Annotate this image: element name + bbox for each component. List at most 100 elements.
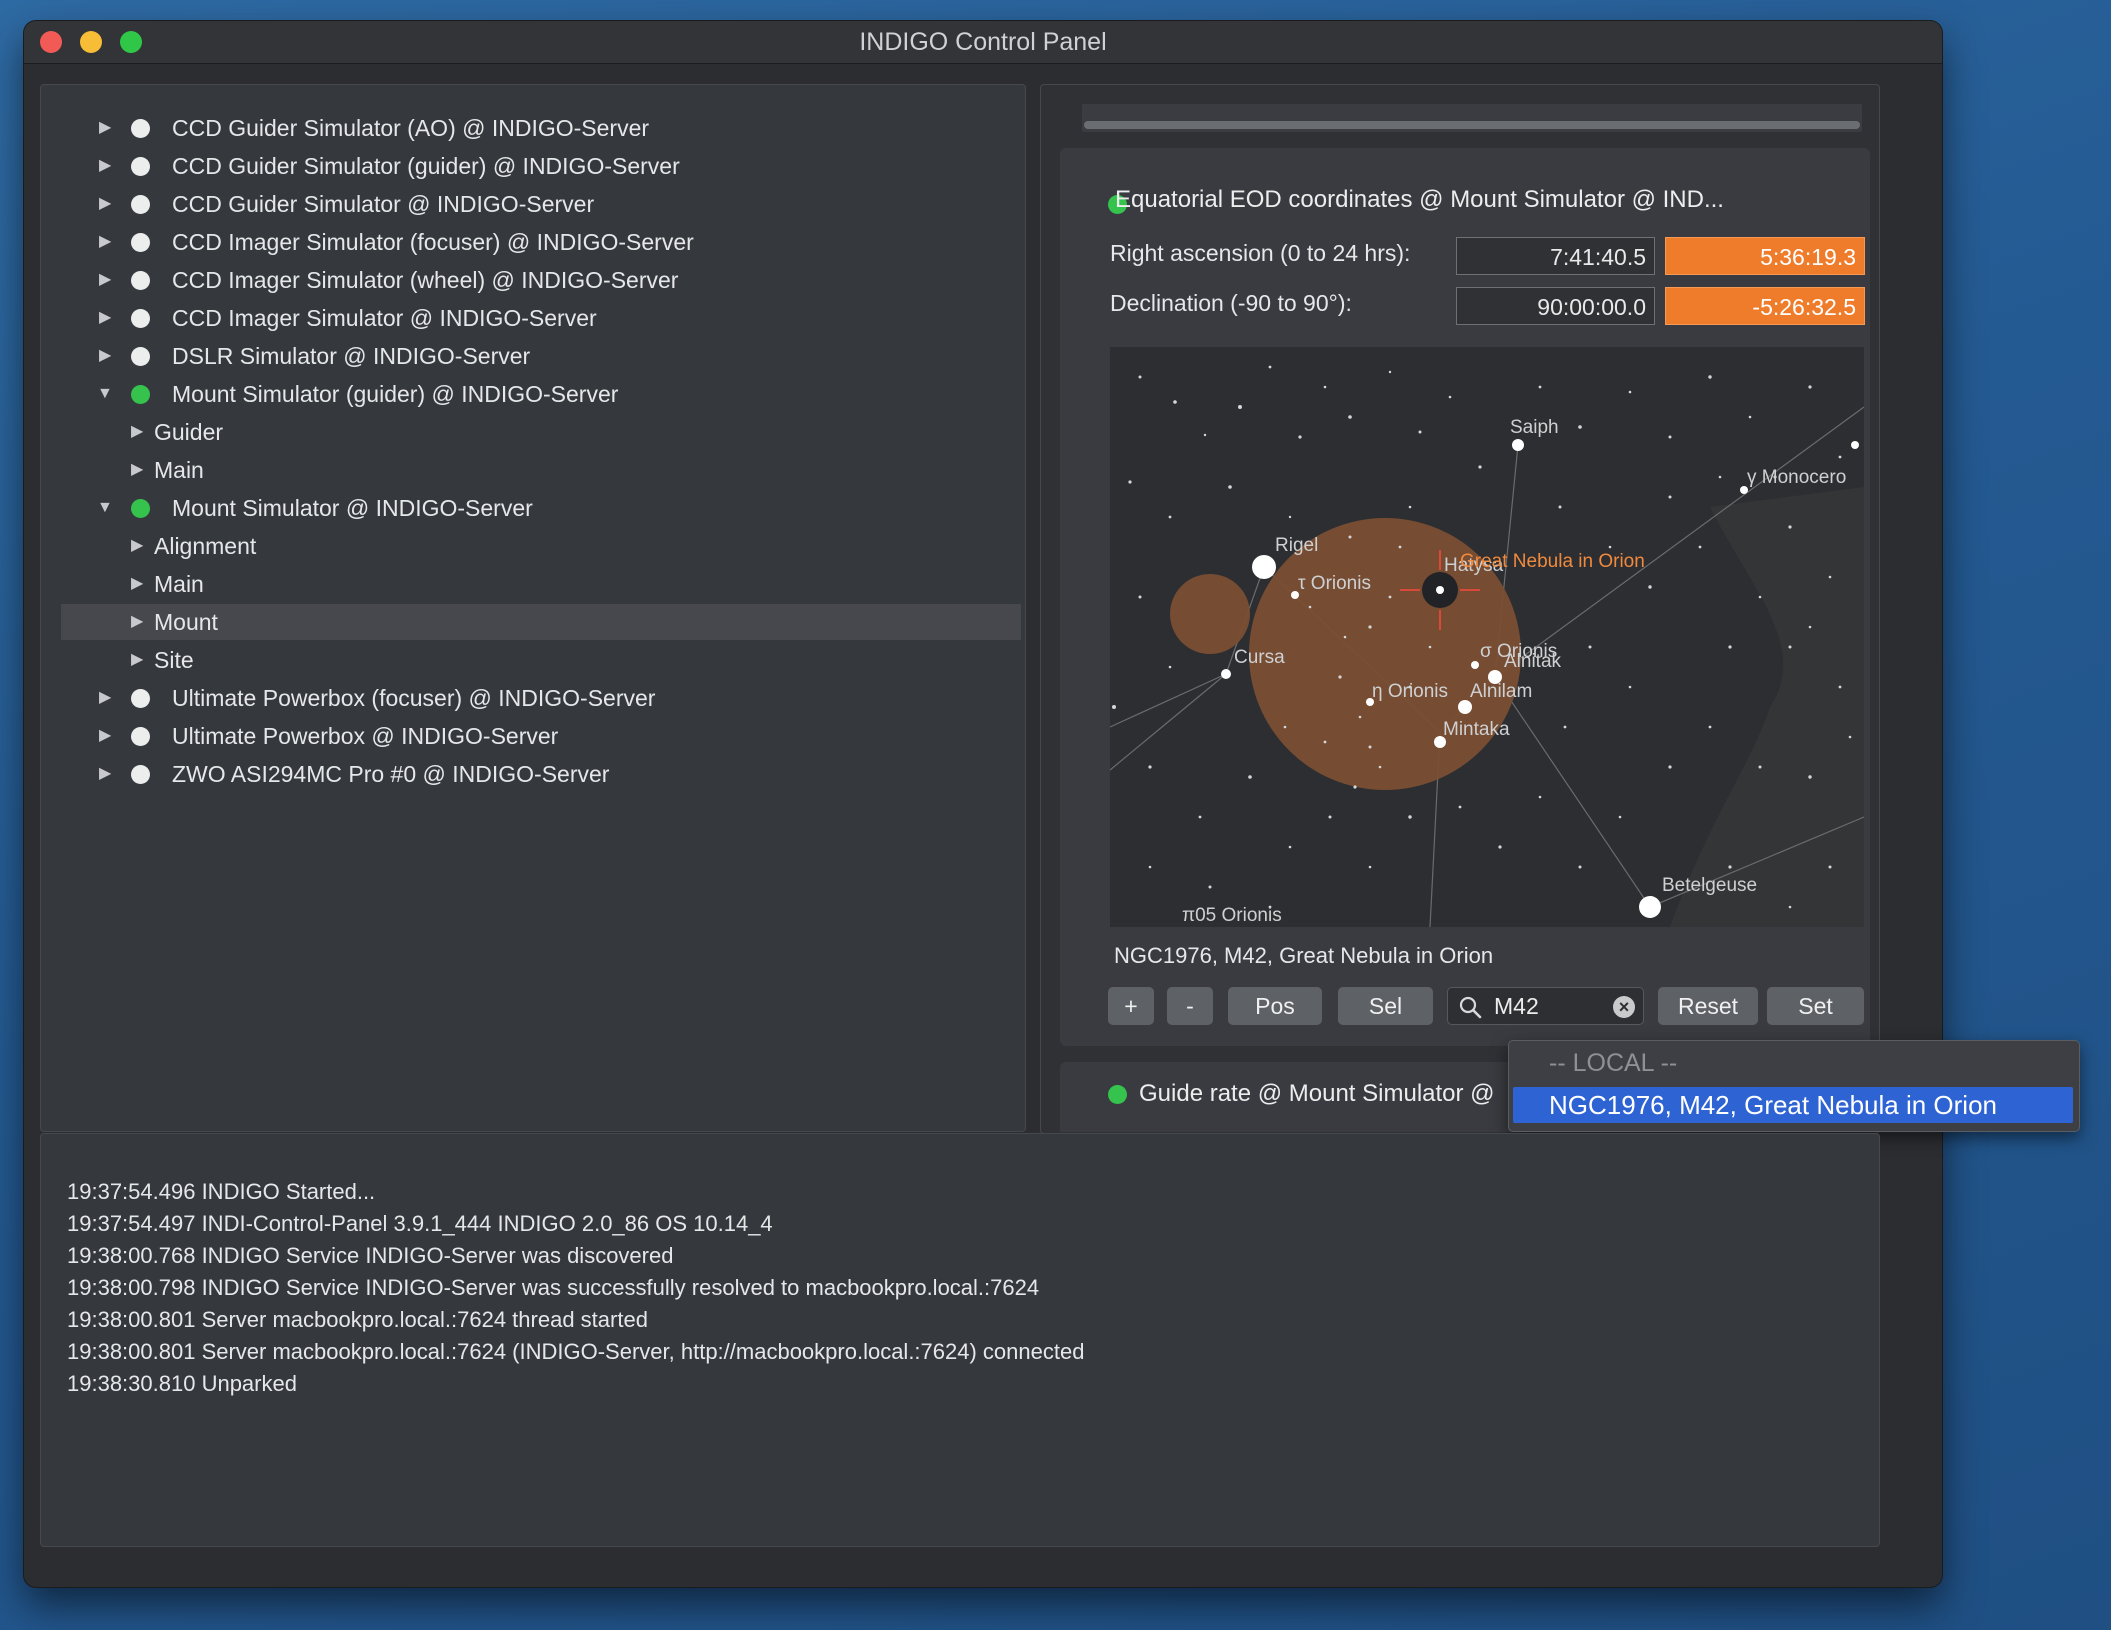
- tree-item-device[interactable]: ▶ CCD Imager Simulator (focuser) @ INDIG…: [41, 224, 1021, 260]
- horizontal-scrollbar[interactable]: [1082, 104, 1862, 132]
- tree-item-device[interactable]: ▶ Ultimate Powerbox @ INDIGO-Server: [41, 718, 1021, 754]
- window-title: INDIGO Control Panel: [859, 28, 1107, 56]
- disclosure-down-icon[interactable]: ▼: [97, 490, 113, 526]
- star-label-betelgeuse: Betelgeuse: [1662, 875, 1758, 896]
- tree-item-device[interactable]: ▶ CCD Guider Simulator (guider) @ INDIGO…: [41, 148, 1021, 184]
- ra-label: Right ascension (0 to 24 hrs):: [1110, 240, 1411, 266]
- disclosure-right-icon[interactable]: ▶: [131, 528, 143, 564]
- ra-target-field[interactable]: 5:36:19.3: [1665, 237, 1865, 275]
- disclosure-down-icon[interactable]: ▼: [97, 376, 113, 412]
- disclosure-right-icon[interactable]: ▶: [99, 186, 111, 222]
- property-title: Equatorial EOD coordinates @ Mount Simul…: [1115, 186, 1724, 213]
- tree-item-label: ZWO ASI294MC Pro #0 @ INDIGO-Server: [172, 761, 610, 787]
- device-tree: ▶ CCD Guider Simulator (AO) @ INDIGO-Ser…: [40, 84, 1026, 1132]
- status-dot: [131, 119, 150, 138]
- star-label-alnilam: Alnilam: [1470, 681, 1533, 702]
- tree-item-device[interactable]: ▶ CCD Guider Simulator (AO) @ INDIGO-Ser…: [41, 110, 1021, 146]
- log-line: 19:37:54.497 INDI-Control-Panel 3.9.1_44…: [67, 1211, 773, 1236]
- star-label-rigel: Rigel: [1275, 535, 1319, 556]
- zoom-out-button[interactable]: -: [1167, 987, 1213, 1025]
- log-line: 19:38:00.798 INDIGO Service INDIGO-Serve…: [67, 1275, 1040, 1300]
- disclosure-right-icon[interactable]: ▶: [99, 300, 111, 336]
- disclosure-right-icon[interactable]: ▶: [131, 642, 143, 678]
- log-line: 19:38:00.801 Server macbookpro.local.:76…: [67, 1307, 648, 1332]
- tree-item-device[interactable]: ▶ CCD Imager Simulator @ INDIGO-Server: [41, 300, 1021, 336]
- dec-current-value: 90:00:00.0: [1456, 287, 1655, 325]
- tree-item-group[interactable]: ▶ Site: [41, 642, 1021, 678]
- tree-item-label: DSLR Simulator @ INDIGO-Server: [172, 343, 531, 369]
- tree-item-label: CCD Imager Simulator @ INDIGO-Server: [172, 305, 597, 331]
- tree-item-group[interactable]: ▶ Main: [41, 566, 1021, 602]
- dec-target-field[interactable]: -5:26:32.5: [1665, 287, 1865, 325]
- tree-item-label: CCD Guider Simulator @ INDIGO-Server: [172, 191, 595, 217]
- reset-button[interactable]: Reset: [1658, 987, 1758, 1025]
- disclosure-right-icon[interactable]: ▶: [131, 452, 143, 488]
- star-label-tau-orionis: τ Orionis: [1298, 573, 1371, 594]
- selected-object-name: NGC1976, M42, Great Nebula in Orion: [1114, 943, 1494, 968]
- star-label-alnitak: Alnitak: [1504, 651, 1562, 672]
- disclosure-right-icon[interactable]: ▶: [99, 338, 111, 374]
- search-results-dropdown: -- LOCAL -- NGC1976, M42, Great Nebula i…: [1508, 1040, 2080, 1132]
- tree-item-device[interactable]: ▼ Mount Simulator (guider) @ INDIGO-Serv…: [41, 376, 1021, 412]
- disclosure-right-icon[interactable]: ▶: [99, 262, 111, 298]
- tree-item-label: Ultimate Powerbox (focuser) @ INDIGO-Ser…: [172, 685, 656, 711]
- pos-button[interactable]: Pos: [1228, 987, 1322, 1025]
- tree-item-device[interactable]: ▼ Mount Simulator @ INDIGO-Server: [41, 490, 1021, 526]
- disclosure-right-icon[interactable]: ▶: [99, 110, 111, 146]
- guide-rate-status-dot: [1108, 1085, 1127, 1104]
- clear-search-icon[interactable]: ×: [1613, 996, 1635, 1018]
- tree-item-label: Alignment: [154, 533, 257, 559]
- sky-map[interactable]: Saiph γ Monocero Rigel τ Orionis Hatysa …: [1110, 347, 1864, 927]
- tree-item-device[interactable]: ▶ CCD Guider Simulator @ INDIGO-Server: [41, 186, 1021, 222]
- disclosure-right-icon[interactable]: ▶: [99, 148, 111, 184]
- status-dot: [131, 689, 150, 708]
- tree-item-device[interactable]: ▶ ZWO ASI294MC Pro #0 @ INDIGO-Server: [41, 756, 1021, 792]
- search-input-value[interactable]: M42: [1494, 988, 1539, 1024]
- disclosure-right-icon[interactable]: ▶: [99, 756, 111, 792]
- tree-item-label: Mount: [154, 609, 218, 635]
- status-dot: [131, 309, 150, 328]
- set-button[interactable]: Set: [1767, 987, 1864, 1025]
- tree-item-device[interactable]: ▶ CCD Imager Simulator (wheel) @ INDIGO-…: [41, 262, 1021, 298]
- tree-item-label: CCD Imager Simulator (focuser) @ INDIGO-…: [172, 229, 694, 255]
- sel-button[interactable]: Sel: [1338, 987, 1433, 1025]
- tree-item-label: Site: [154, 647, 194, 673]
- log-line: 19:37:54.496 INDIGO Started...: [67, 1179, 376, 1204]
- tree-item-group[interactable]: ▶ Guider: [41, 414, 1021, 450]
- log-line: 19:38:00.768 INDIGO Service INDIGO-Serve…: [67, 1243, 674, 1268]
- status-dot: [131, 233, 150, 252]
- dropdown-result-item[interactable]: NGC1976, M42, Great Nebula in Orion: [1513, 1087, 2073, 1123]
- tree-item-label: Mount Simulator (guider) @ INDIGO-Server: [172, 381, 619, 407]
- dec-label: Declination (-90 to 90°):: [1110, 290, 1352, 316]
- star-label-cursa: Cursa: [1234, 647, 1285, 668]
- tree-item-group-selected[interactable]: ▶ Mount: [61, 604, 1021, 640]
- star-label-great-nebula: Great Nebula in Orion: [1460, 551, 1645, 572]
- tree-item-group[interactable]: ▶ Alignment: [41, 528, 1021, 564]
- star-label-monoceros: γ Monocero: [1747, 467, 1847, 488]
- tree-item-group[interactable]: ▶ Main: [41, 452, 1021, 488]
- star-label-pi5-orionis: π05 Orionis: [1182, 905, 1282, 926]
- ra-current-value: 7:41:40.5: [1456, 237, 1655, 275]
- tree-item-device[interactable]: ▶ Ultimate Powerbox (focuser) @ INDIGO-S…: [41, 680, 1021, 716]
- disclosure-right-icon[interactable]: ▶: [99, 718, 111, 754]
- tree-item-device[interactable]: ▶ DSLR Simulator @ INDIGO-Server: [41, 338, 1021, 374]
- tree-item-label: Mount Simulator @ INDIGO-Server: [172, 495, 533, 521]
- log-panel: 19:37:54.496 INDIGO Started... 19:37:54.…: [40, 1133, 1880, 1547]
- star-label-eta-orionis: η Orionis: [1372, 681, 1449, 702]
- tree-item-label: CCD Guider Simulator (guider) @ INDIGO-S…: [172, 153, 680, 179]
- zoom-in-button[interactable]: +: [1108, 987, 1154, 1025]
- object-search-field[interactable]: M42 ×: [1447, 987, 1644, 1025]
- tree-item-label: Ultimate Powerbox @ INDIGO-Server: [172, 723, 559, 749]
- sky-map-canvas[interactable]: [1110, 347, 1864, 927]
- disclosure-right-icon[interactable]: ▶: [131, 604, 143, 640]
- disclosure-right-icon[interactable]: ▶: [99, 680, 111, 716]
- status-dot: [131, 157, 150, 176]
- disclosure-right-icon[interactable]: ▶: [131, 566, 143, 602]
- search-icon: [1458, 995, 1482, 1024]
- disclosure-right-icon[interactable]: ▶: [99, 224, 111, 260]
- tree-item-label: CCD Guider Simulator (AO) @ INDIGO-Serve…: [172, 115, 650, 141]
- status-dot: [131, 765, 150, 784]
- disclosure-right-icon[interactable]: ▶: [131, 414, 143, 450]
- status-dot: [131, 499, 150, 518]
- status-dot: [131, 727, 150, 746]
